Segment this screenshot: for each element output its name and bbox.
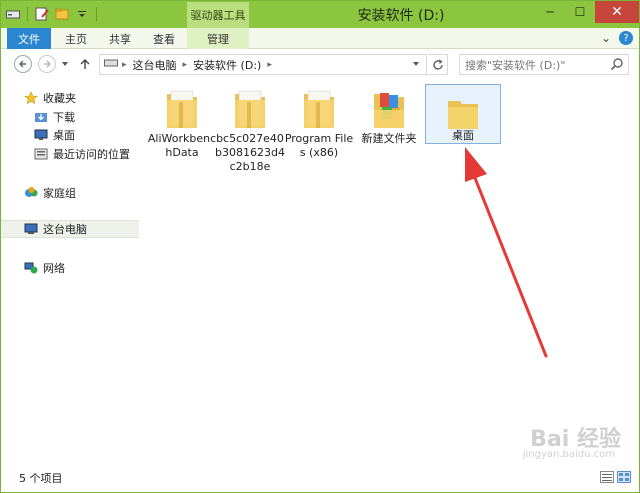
maximize-button[interactable]: ☐	[565, 1, 595, 23]
homegroup-icon	[23, 186, 39, 200]
drive-icon[interactable]	[5, 6, 21, 22]
forward-arrow-icon	[38, 55, 56, 73]
nav-item-desktop[interactable]: 桌面	[1, 126, 139, 144]
up-arrow-icon	[80, 59, 90, 69]
breadcrumb-separator: ▸	[267, 59, 272, 70]
recent-places-icon	[33, 147, 49, 161]
folder-icon	[291, 84, 347, 130]
folder-icon	[222, 84, 278, 130]
nav-this-pc[interactable]: 这台电脑	[1, 220, 139, 238]
file-name: AliWorkbenchData	[147, 132, 217, 159]
file-name: bc5c027e40b3081623d4c2b18e	[215, 132, 285, 173]
folder-icon	[435, 88, 491, 131]
file-item-desktop[interactable]: 桌面	[425, 84, 501, 144]
refresh-icon	[432, 58, 443, 70]
tab-manage[interactable]: 管理	[187, 28, 249, 49]
up-button[interactable]	[75, 54, 95, 74]
window-title: 安装软件 (D:)	[357, 8, 445, 24]
breadcrumb-separator: ▸	[122, 59, 127, 70]
qat-separator	[27, 7, 28, 21]
navigation-pane: 收藏夹 下载 桌面 最近访问的位置 家庭组 这台电脑 网络	[1, 81, 139, 461]
network-icon	[23, 261, 39, 275]
breadcrumb-drive-d[interactable]: 安装软件 (D:)	[193, 57, 261, 73]
nav-item-label: 下载	[53, 111, 75, 124]
breadcrumb-this-pc[interactable]: 这台电脑	[133, 57, 177, 73]
view-toggle	[600, 471, 631, 486]
nav-favorites-label: 收藏夹	[43, 92, 76, 105]
nav-homegroup-label: 家庭组	[43, 187, 76, 200]
nav-item-recent-places[interactable]: 最近访问的位置	[1, 145, 139, 163]
file-item-new-folder[interactable]: 新建文件夹	[351, 81, 427, 146]
ribbon-tab-strip: 文件 主页 共享 查看 管理 ⌄ ?	[1, 28, 639, 49]
file-name: 桌面	[452, 129, 474, 142]
file-item-aliworkbenchdata[interactable]: AliWorkbenchData	[144, 81, 220, 160]
customize-qat-icon[interactable]	[74, 6, 90, 22]
new-folder-icon[interactable]	[54, 6, 70, 22]
folder-colorful-icon	[361, 84, 417, 130]
download-folder-icon	[33, 110, 49, 124]
star-icon	[23, 91, 39, 105]
back-arrow-icon	[14, 55, 32, 73]
minimize-button[interactable]: ─	[535, 1, 565, 23]
drive-tools-context-tab: 驱动器工具	[187, 2, 249, 28]
chevron-down-icon	[62, 62, 68, 66]
nav-network-label: 网络	[43, 262, 65, 275]
navigation-bar: ▸ 这台电脑 ▸ 安装软件 (D:) ▸ 搜索"安装软件 (D:)"	[1, 49, 639, 79]
status-bar: 5 个项目	[1, 463, 639, 492]
breadcrumb-separator: ▸	[182, 59, 188, 70]
baidu-watermark-url: jingyan.baidu.com	[522, 449, 615, 460]
qat-separator	[96, 7, 97, 21]
file-list: AliWorkbenchData bc5c027e40b3081623d4c2b…	[141, 81, 639, 461]
nav-item-label: 桌面	[53, 129, 75, 142]
refresh-button[interactable]	[428, 54, 448, 75]
nav-this-pc-label: 这台电脑	[43, 223, 87, 236]
tab-view[interactable]: 查看	[145, 28, 183, 49]
search-icon[interactable]	[610, 57, 624, 74]
expand-ribbon-icon[interactable]: ⌄	[601, 31, 611, 45]
nav-item-label: 最近访问的位置	[53, 148, 130, 161]
file-item-program-files-x86[interactable]: Program Files (x86)	[281, 81, 357, 160]
properties-icon[interactable]	[34, 6, 50, 22]
help-icon[interactable]: ?	[619, 31, 633, 45]
back-button[interactable]	[13, 54, 33, 74]
nav-network[interactable]: 网络	[1, 259, 139, 277]
close-button[interactable]: ✕	[595, 1, 639, 23]
tab-home[interactable]: 主页	[57, 28, 95, 49]
tab-file[interactable]: 文件	[7, 28, 51, 49]
folder-icon	[154, 84, 210, 130]
item-count: 5 个项目	[19, 471, 63, 485]
forward-button[interactable]	[37, 54, 57, 74]
desktop-icon	[33, 128, 49, 142]
tab-share[interactable]: 共享	[101, 28, 139, 49]
address-bar[interactable]: ▸ 这台电脑 ▸ 安装软件 (D:) ▸	[99, 54, 427, 75]
drive-icon	[104, 58, 118, 71]
title-bar: 驱动器工具 安装软件 (D:) ─ ☐ ✕	[1, 1, 639, 28]
file-name: Program Files (x86)	[284, 132, 354, 159]
recent-locations-button[interactable]	[59, 54, 71, 74]
search-input[interactable]: 搜索"安装软件 (D:)"	[459, 54, 629, 75]
ribbon-right-controls: ⌄ ?	[601, 31, 633, 45]
explorer-window: 驱动器工具 安装软件 (D:) ─ ☐ ✕ 文件 主页 共享 查看 管理 ⌄ ?	[0, 0, 640, 493]
large-icons-view-icon[interactable]	[617, 471, 631, 486]
address-history-chevron-icon[interactable]	[412, 58, 420, 71]
computer-icon	[23, 222, 39, 236]
window-controls: ─ ☐ ✕	[535, 1, 639, 23]
file-item-bc5c027e[interactable]: bc5c027e40b3081623d4c2b18e	[212, 81, 288, 174]
quick-access-toolbar	[5, 6, 99, 22]
file-name: 新建文件夹	[361, 132, 417, 145]
search-placeholder: 搜索"安装软件 (D:)"	[465, 58, 566, 72]
nav-item-downloads[interactable]: 下载	[1, 108, 139, 126]
details-view-icon[interactable]	[600, 471, 614, 486]
nav-favorites[interactable]: 收藏夹	[1, 89, 139, 107]
nav-homegroup[interactable]: 家庭组	[1, 184, 139, 202]
